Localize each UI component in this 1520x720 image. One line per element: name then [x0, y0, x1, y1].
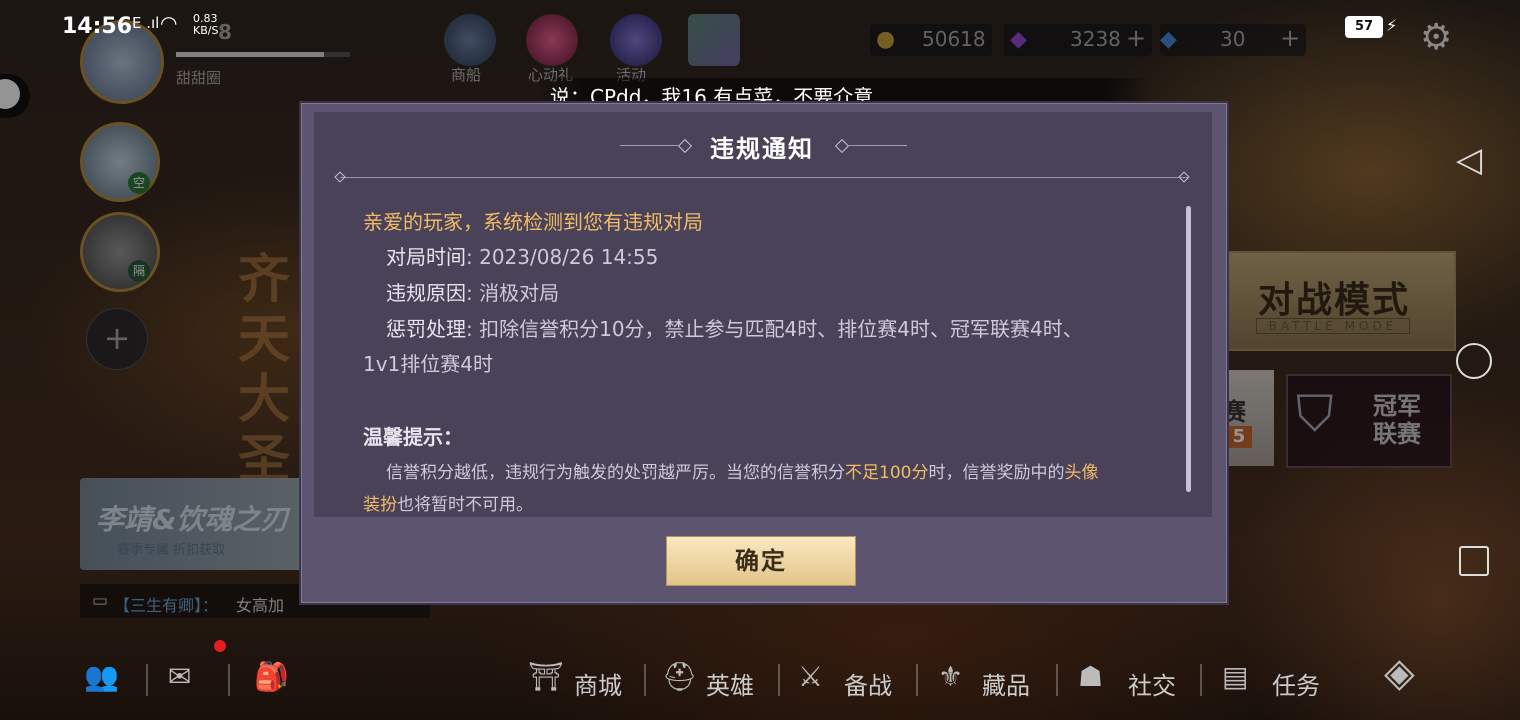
nav-tasks[interactable]: 任务: [1272, 666, 1320, 701]
dialog-divider: [340, 177, 1188, 178]
shop-icon[interactable]: ⛩: [528, 660, 564, 693]
gear-icon[interactable]: ⚙: [1420, 20, 1452, 56]
penalty-value: : 扣除信誉积分10分，禁止参与匹配4时、排位赛4时、冠军联赛4时、: [466, 317, 1083, 341]
nav-social[interactable]: 社交: [1128, 666, 1176, 701]
backpack-icon[interactable]: 🎒: [254, 660, 289, 693]
match-time-label: 对局时间: [386, 245, 466, 269]
signal-icon: E .ıl: [132, 14, 160, 32]
network-speed: 0.83 KB/S: [193, 12, 219, 37]
tip-highlight-avatar: 头像: [1064, 463, 1099, 483]
dialog-title: 违规通知: [710, 135, 814, 163]
dialog-scrollbar[interactable]: [1186, 206, 1191, 492]
tip-title: 温馨提示：: [363, 425, 463, 449]
confirm-button[interactable]: 确定: [666, 536, 856, 586]
hero-icon[interactable]: ⛑: [662, 660, 698, 693]
nav-shop[interactable]: 商城: [574, 666, 622, 701]
prepare-icon[interactable]: ⚔: [798, 660, 823, 693]
reason-label: 违规原因: [386, 281, 466, 305]
battery-icon: 57: [1345, 16, 1383, 38]
tip-highlight-score: 不足100分: [845, 463, 929, 483]
penalty-row: 惩罚处理: 扣除信誉积分10分，禁止参与匹配4时、排位赛4时、冠军联赛4时、: [386, 313, 1083, 342]
wifi-icon: ◠: [160, 11, 178, 35]
recents-icon[interactable]: [1459, 546, 1489, 576]
match-time-value: : 2023/08/26 14:55: [466, 245, 659, 269]
social-icon[interactable]: ☗: [1078, 660, 1103, 693]
match-time-row: 对局时间: 2023/08/26 14:55: [386, 241, 658, 270]
nav-separator: [1056, 664, 1058, 696]
home-icon[interactable]: [1456, 343, 1492, 379]
clock: 14:56: [62, 14, 133, 39]
team-icon[interactable]: 👥: [84, 660, 119, 693]
tip-line-2: 装扮也将暂时不可用。: [363, 495, 533, 515]
mail-icon[interactable]: ✉: [168, 660, 191, 693]
title-deco-right: [849, 145, 907, 146]
task-icon[interactable]: ▤: [1222, 660, 1248, 693]
nav-separator: [146, 664, 148, 696]
tip-line-1: 信誉积分越低，违规行为触发的处罚越严厉。当您的信誉积分不足100分时，信誉奖励中…: [386, 463, 1099, 483]
nav-separator: [644, 664, 646, 696]
penalty-continuation: 1v1排位赛4时: [363, 352, 494, 376]
menu-diamond-icon[interactable]: ◈: [1384, 650, 1415, 696]
reason-row: 违规原因: 消极对局: [386, 277, 559, 306]
nav-separator: [1200, 664, 1202, 696]
status-bar: 14:56 E .ıl ◠ 0.83 KB/S 57 ⚡: [0, 0, 1520, 54]
nav-prepare[interactable]: 备战: [844, 666, 892, 701]
nav-separator: [778, 664, 780, 696]
nav-heroes[interactable]: 英雄: [706, 666, 754, 701]
mail-notification-dot: [214, 640, 226, 652]
nav-separator: [916, 664, 918, 696]
nav-collection[interactable]: 藏品: [982, 666, 1030, 701]
penalty-label: 惩罚处理: [386, 317, 466, 341]
reason-value: : 消极对局: [466, 281, 560, 305]
charging-icon: ⚡: [1386, 16, 1398, 35]
dialog-greeting: 亲爱的玩家，系统检测到您有违规对局: [363, 210, 703, 234]
collection-icon[interactable]: ⚜: [938, 660, 963, 693]
nav-separator: [228, 664, 230, 696]
tip-highlight-outfit: 装扮: [363, 495, 397, 515]
back-icon[interactable]: ◁: [1456, 140, 1482, 180]
